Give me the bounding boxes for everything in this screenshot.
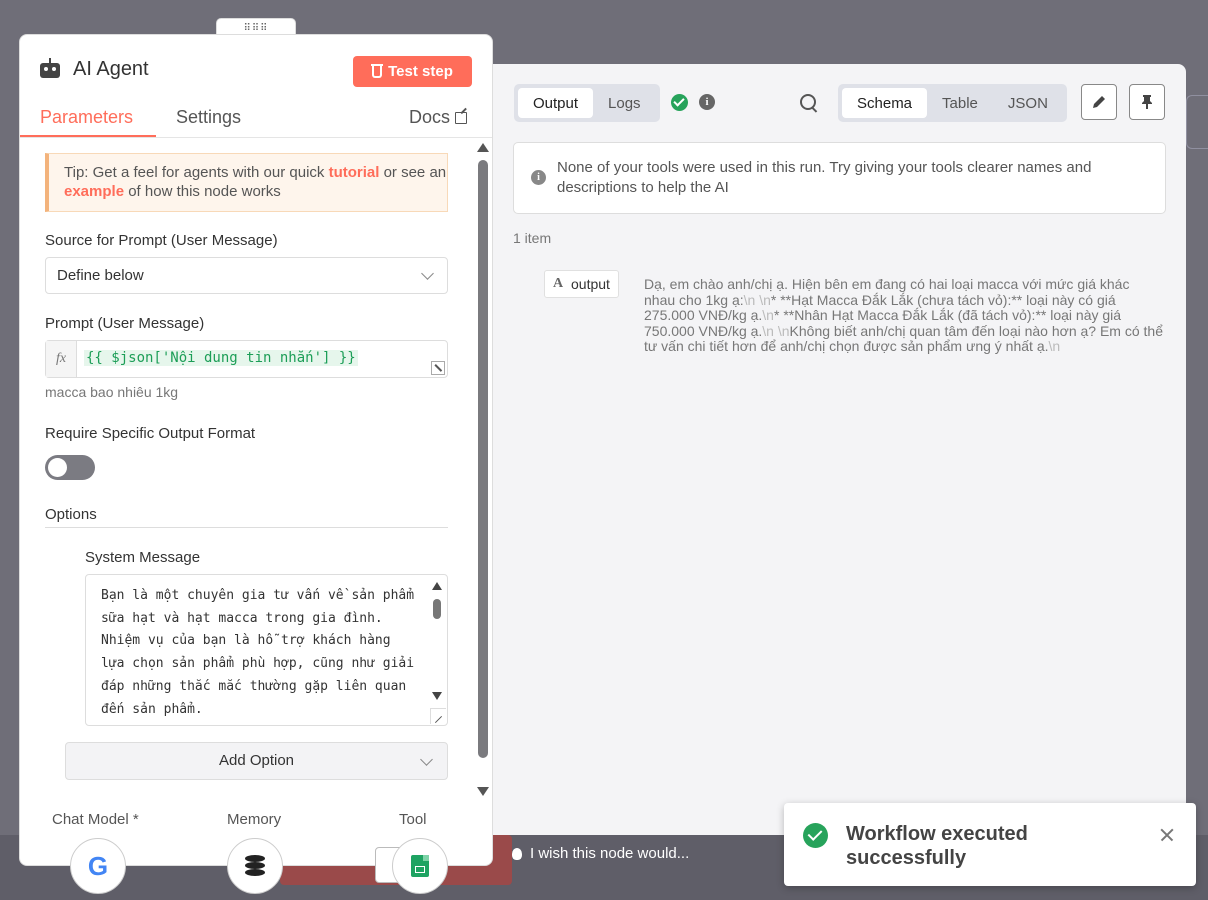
resize-grip-icon[interactable] — [430, 708, 446, 724]
item-count: 1 item — [513, 230, 552, 246]
docs-link[interactable]: Docs — [409, 107, 468, 128]
view-schema[interactable]: Schema — [842, 88, 928, 118]
tab-settings[interactable]: Settings — [176, 107, 241, 128]
robot-icon — [40, 58, 60, 78]
pin-output-button[interactable] — [1129, 84, 1165, 120]
newline-marker: \n — [1048, 338, 1061, 354]
fx-icon: fx — [46, 341, 77, 377]
example-link[interactable]: example — [64, 183, 124, 200]
prompt-label: Prompt (User Message) — [45, 315, 205, 332]
memory-label: Memory — [227, 811, 282, 828]
info-icon: i — [531, 170, 546, 185]
view-table[interactable]: Table — [927, 88, 993, 118]
success-toast: Workflow executed successfully — [784, 803, 1196, 886]
source-select[interactable]: Define below — [45, 257, 448, 294]
google-sheets-icon — [411, 855, 429, 877]
search-icon[interactable] — [800, 94, 816, 110]
add-option-button[interactable]: Add Option — [65, 742, 448, 780]
options-label: Options — [45, 506, 97, 523]
external-link-icon — [455, 111, 468, 124]
tip-callout: Tip: Get a feel for agents with our quic… — [45, 153, 448, 212]
tab-output[interactable]: Output — [518, 88, 594, 118]
textarea-scrollbar-thumb[interactable] — [433, 599, 441, 619]
schema-value: Dạ, em chào anh/chị ạ. Hiện bên em đang … — [644, 276, 1164, 355]
chat-model-node[interactable]: G — [70, 838, 126, 894]
newline-marker: \n \n — [762, 322, 790, 339]
pencil-icon — [1093, 96, 1105, 108]
edit-output-button[interactable] — [1081, 84, 1117, 120]
feedback-label: I wish this node would... — [530, 845, 690, 862]
panel-scroll-up-arrow[interactable] — [477, 143, 489, 152]
tip-suffix: of how this node works — [124, 183, 281, 200]
tab-parameters[interactable]: Parameters — [40, 107, 133, 128]
toast-message: Workflow executed successfully — [846, 823, 1028, 869]
docs-label: Docs — [409, 107, 451, 127]
schema-key-label: output — [571, 276, 610, 292]
system-message-value: Bạn là một chuyên gia tư vấn về sản phẩm… — [101, 588, 415, 717]
system-message-label: System Message — [85, 549, 201, 566]
tutorial-link[interactable]: tutorial — [329, 164, 380, 181]
newline-marker: \n \n — [743, 291, 771, 308]
newline-marker: \n — [762, 307, 774, 323]
active-tab-underline — [20, 135, 156, 137]
tip-prefix: Tip: Get a feel for agents with our quic… — [64, 164, 329, 181]
schema-key[interactable]: A output — [544, 270, 619, 298]
test-step-button[interactable]: Test step — [353, 56, 472, 87]
node-title[interactable]: AI Agent — [73, 58, 149, 81]
scroll-down-arrow[interactable] — [432, 692, 442, 700]
scroll-up-arrow[interactable] — [432, 582, 442, 590]
google-icon: G — [87, 850, 109, 881]
source-label: Source for Prompt (User Message) — [45, 232, 278, 249]
panel-scroll-down-arrow[interactable] — [477, 787, 489, 796]
success-check-icon — [671, 94, 688, 111]
flask-icon — [371, 63, 384, 78]
tool-label: Tool — [399, 811, 427, 828]
source-value: Define below — [57, 267, 144, 284]
expand-icon[interactable] — [431, 361, 445, 375]
string-type-icon: A — [552, 276, 564, 291]
database-icon — [245, 855, 265, 877]
view-json[interactable]: JSON — [993, 88, 1063, 118]
success-check-icon — [803, 823, 828, 848]
prompt-expression: {{ $json['Nội dung tin nhắn'] }} — [84, 350, 358, 366]
tabs-divider — [20, 137, 492, 138]
test-step-label: Test step — [388, 63, 453, 80]
tool-node[interactable] — [392, 838, 448, 894]
prompt-expression-input[interactable]: fx {{ $json['Nội dung tin nhắn'] }} — [45, 340, 448, 378]
canvas-node-edge — [1186, 95, 1208, 149]
options-divider — [45, 527, 448, 528]
tools-notice: i None of your tools were used in this r… — [513, 142, 1166, 214]
chevron-down-icon — [420, 753, 433, 766]
chevron-down-icon — [421, 267, 434, 280]
output-panel: Output Logs i Schema Table JSON i None o… — [470, 64, 1186, 835]
lightbulb-icon — [512, 847, 522, 860]
panel-scrollbar-thumb[interactable] — [478, 160, 488, 758]
pin-icon — [1142, 95, 1152, 109]
notice-text: None of your tools were used in this run… — [557, 159, 1092, 196]
memory-node[interactable] — [227, 838, 283, 894]
add-option-label: Add Option — [218, 752, 295, 769]
require-format-toggle[interactable] — [45, 455, 95, 480]
prompt-preview: macca bao nhiêu 1kg — [45, 384, 179, 400]
system-message-textarea[interactable]: Bạn là một chuyên gia tư vấn về sản phẩm… — [85, 574, 448, 726]
feedback-link[interactable]: I wish this node would... — [512, 845, 689, 862]
require-format-label: Require Specific Output Format — [45, 425, 256, 442]
chat-model-label: Chat Model * — [52, 811, 139, 828]
output-tabs: Output Logs — [514, 84, 660, 122]
info-icon[interactable]: i — [699, 94, 715, 110]
tab-logs[interactable]: Logs — [593, 88, 656, 118]
tip-middle: or see an — [379, 164, 447, 181]
parameters-panel: AI Agent Test step Parameters Settings D… — [19, 34, 493, 866]
close-icon[interactable] — [1159, 827, 1175, 843]
view-mode-switch: Schema Table JSON — [838, 84, 1067, 122]
